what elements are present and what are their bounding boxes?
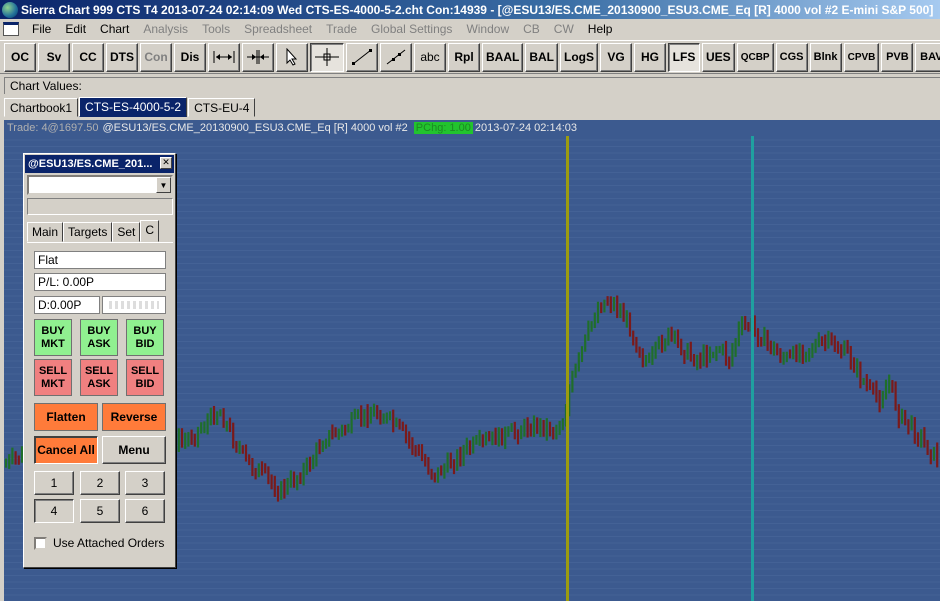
bav-button[interactable]: BAV — [915, 42, 940, 72]
cpvb-button[interactable]: CPVB — [843, 42, 880, 72]
chart-datetime: 2013-07-24 02:14:03 — [474, 122, 577, 134]
redacted-field — [102, 296, 166, 314]
logs-button[interactable]: LogS — [560, 42, 598, 72]
chart-header: Trade: 4@1697.50 @ESU13/ES.CME_20130900_… — [4, 120, 940, 136]
cancel-all-button[interactable]: Cancel All — [34, 436, 98, 464]
position-field: Flat — [34, 251, 166, 269]
close-icon[interactable]: ✕ — [160, 157, 172, 169]
quantity-6-button[interactable]: 6 — [125, 499, 165, 523]
quantity-5-button[interactable]: 5 — [80, 499, 120, 523]
window-title: Sierra Chart 999 CTS T4 2013-07-24 02:14… — [21, 2, 934, 17]
crosshair-tool-button[interactable] — [310, 42, 344, 72]
con-button[interactable]: Con — [140, 42, 172, 72]
tab-cts-es-4000-5-2[interactable]: CTS-ES-4000-5-2 — [79, 97, 188, 117]
menu-button[interactable]: Menu — [102, 436, 166, 464]
quantity-1-button[interactable]: 1 — [34, 471, 74, 495]
sell-ask-button[interactable]: SELL ASK — [80, 359, 118, 396]
tab-set[interactable]: Set — [112, 222, 141, 242]
chart-symbol-label: @ESU13/ES.CME_20130900_ESU3.CME_Eq [R] 4… — [102, 122, 408, 134]
menu-help[interactable]: Help — [581, 22, 620, 36]
cc-button[interactable]: CC — [72, 42, 104, 72]
trade-window-tabs: Main Targets Set C — [27, 220, 173, 243]
chartbook-tabs: Chartbook1 CTS-ES-4000-5-2 CTS-EU-4 — [4, 97, 256, 117]
dis-button[interactable]: Dis — [174, 42, 206, 72]
document-icon[interactable] — [3, 22, 19, 36]
menu-file[interactable]: File — [25, 22, 58, 36]
rpl-button[interactable]: Rpl — [448, 42, 480, 72]
sell-bid-button[interactable]: SELL BID — [126, 359, 164, 396]
vertical-marker-line-yellow — [566, 135, 569, 601]
blnk-button[interactable]: Blnk — [809, 42, 842, 72]
pointer-tool-button[interactable] — [276, 42, 308, 72]
menu-global-settings[interactable]: Global Settings — [364, 22, 459, 36]
ray-tool-button[interactable] — [380, 42, 412, 72]
checkbox[interactable] — [34, 536, 47, 550]
line-tool-button[interactable] — [346, 42, 378, 72]
last-trade-label: Trade: 4@1697.50 — [7, 122, 99, 134]
hg-button[interactable]: HG — [634, 42, 666, 72]
menu-bar: File Edit Chart Analysis Tools Spreadshe… — [0, 19, 940, 39]
menu-edit[interactable]: Edit — [58, 22, 93, 36]
tab-chartbook1[interactable]: Chartbook1 — [4, 98, 79, 117]
trade-window-status-bar — [27, 198, 173, 215]
crosshair-icon — [315, 48, 339, 66]
horizontal-expand-tool-button[interactable] — [208, 42, 240, 72]
dts-button[interactable]: DTS — [106, 42, 138, 72]
sell-market-button[interactable]: SELL MKT — [34, 359, 72, 396]
trade-window-title-bar[interactable]: @ESU13/ES.CME_201... ✕ — [25, 155, 174, 173]
pnl-field: P/L: 0.00P — [34, 273, 166, 291]
menu-window[interactable]: Window — [459, 22, 516, 36]
line-draw-icon — [352, 49, 372, 65]
qcbp-button[interactable]: QCBP — [736, 42, 774, 72]
lfs-button[interactable]: LFS — [668, 42, 700, 72]
toolbar: OC Sv CC DTS Con Dis abc Rpl BAAL BAL Lo… — [0, 40, 940, 74]
flatten-button[interactable]: Flatten — [34, 403, 98, 431]
chart-values-bar: Chart Values: — [4, 77, 940, 94]
window-title-bar[interactable]: Sierra Chart 999 CTS T4 2013-07-24 02:14… — [0, 0, 940, 19]
account-select[interactable]: ▼ — [27, 175, 173, 195]
tab-cts-eu-4[interactable]: CTS-EU-4 — [188, 98, 256, 117]
buy-market-button[interactable]: BUY MKT — [34, 319, 72, 356]
menu-cb[interactable]: CB — [516, 22, 547, 36]
cgs-button[interactable]: CGS — [775, 42, 808, 72]
bal-button[interactable]: BAL — [525, 42, 558, 72]
tab-targets[interactable]: Targets — [63, 222, 113, 242]
chart-values-label: Chart Values: — [10, 79, 82, 93]
text-tool-button[interactable]: abc — [414, 42, 446, 72]
menu-cw[interactable]: CW — [547, 22, 581, 36]
buy-ask-button[interactable]: BUY ASK — [80, 319, 118, 356]
oc-button[interactable]: OC — [4, 42, 36, 72]
ues-button[interactable]: UES — [702, 42, 735, 72]
pointer-arrow-icon — [286, 48, 298, 66]
vertical-marker-line-teal — [751, 135, 754, 601]
quantity-3-button[interactable]: 3 — [125, 471, 165, 495]
baal-button[interactable]: BAAL — [482, 42, 524, 72]
buy-bid-button[interactable]: BUY BID — [126, 319, 164, 356]
menu-spreadsheet[interactable]: Spreadsheet — [237, 22, 319, 36]
price-change-badge: PChg: 1.00 — [413, 122, 473, 134]
tab-main[interactable]: Main — [27, 222, 64, 242]
sv-button[interactable]: Sv — [38, 42, 70, 72]
quantity-2-button[interactable]: 2 — [80, 471, 120, 495]
tab-c[interactable]: C — [140, 220, 160, 242]
chevron-down-icon[interactable]: ▼ — [156, 177, 171, 193]
sierra-chart-globe-icon — [2, 1, 18, 18]
use-attached-orders-checkbox[interactable]: Use Attached Orders — [34, 536, 164, 550]
ray-draw-icon — [386, 49, 406, 65]
menu-trade[interactable]: Trade — [319, 22, 364, 36]
menu-tools[interactable]: Tools — [195, 22, 237, 36]
horizontal-compress-tool-button[interactable] — [242, 42, 274, 72]
use-attached-orders-label: Use Attached Orders — [53, 536, 165, 550]
vg-button[interactable]: VG — [600, 42, 632, 72]
menu-chart[interactable]: Chart — [93, 22, 136, 36]
menu-analysis[interactable]: Analysis — [136, 22, 195, 36]
daily-pnl-field: D:0.00P — [34, 296, 100, 314]
reverse-button[interactable]: Reverse — [102, 403, 166, 431]
horizontal-expand-icon — [213, 51, 235, 63]
trade-window[interactable]: @ESU13/ES.CME_201... ✕ ▼ Main Targets Se… — [23, 153, 176, 568]
horizontal-compress-icon — [247, 50, 269, 64]
pvb-button[interactable]: PVB — [881, 42, 914, 72]
trade-window-title: @ESU13/ES.CME_201... — [28, 158, 153, 170]
quantity-4-button[interactable]: 4 — [34, 499, 74, 523]
